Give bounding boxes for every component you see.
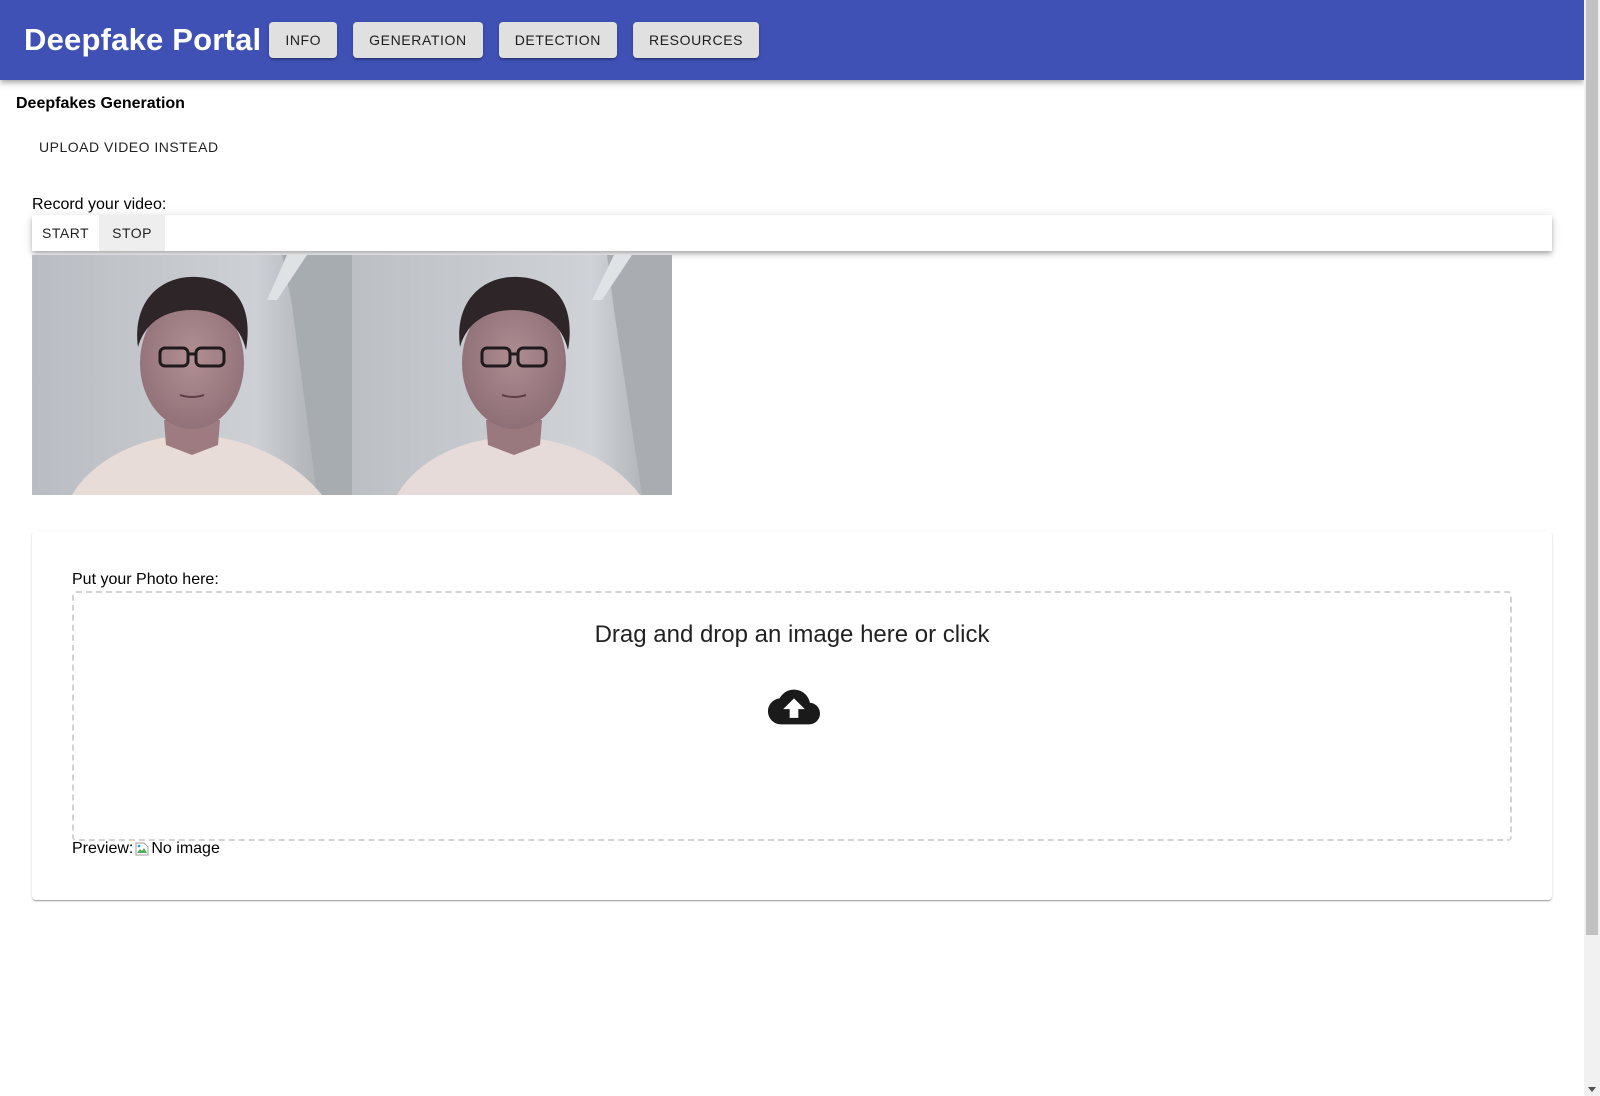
preview-row: Preview: No image xyxy=(72,840,220,858)
nav-detection-button[interactable]: DETECTION xyxy=(498,22,617,58)
app-title: Deepfake Portal xyxy=(24,22,262,57)
record-video-label: Record your video: xyxy=(32,196,167,213)
photo-upload-card: Put your Photo here: Drag and drop an im… xyxy=(32,531,1552,900)
preview-alt-text: No image xyxy=(151,840,220,857)
photo-label: Put your Photo here: xyxy=(72,571,219,588)
page-scrollbar[interactable] xyxy=(1584,0,1600,1096)
nav-info-button[interactable]: INFO xyxy=(269,22,338,58)
start-recording-button[interactable]: START xyxy=(32,215,99,251)
page-title: Deepfakes Generation xyxy=(16,95,185,112)
app-bar: Deepfake Portal INFO GENERATION DETECTIO… xyxy=(0,0,1584,80)
stop-recording-button[interactable]: STOP xyxy=(99,215,165,251)
upload-video-instead-button[interactable]: UPLOAD VIDEO INSTEAD xyxy=(31,133,227,161)
webcam-live-video xyxy=(32,255,352,495)
webcam-frame-image xyxy=(32,255,352,495)
scroll-down-arrow-icon[interactable] xyxy=(1588,1087,1596,1092)
image-dropzone[interactable]: Drag and drop an image here or click xyxy=(72,591,1512,841)
nav-resources-button[interactable]: RESOURCES xyxy=(633,22,760,58)
webcam-recorded-video xyxy=(352,255,672,495)
app: Deepfake Portal INFO GENERATION DETECTIO… xyxy=(0,0,1584,1096)
recorded-frame-image xyxy=(352,255,672,495)
nav-generation-button[interactable]: GENERATION xyxy=(353,22,483,58)
scrollbar-thumb[interactable] xyxy=(1586,0,1598,935)
recording-toolbar: START STOP xyxy=(32,215,1552,251)
cloud-upload-icon xyxy=(768,689,820,725)
dropzone-text: Drag and drop an image here or click xyxy=(594,621,990,648)
broken-image-icon xyxy=(135,842,149,856)
preview-label: Preview: xyxy=(72,840,134,857)
preview-image: No image xyxy=(134,840,220,858)
